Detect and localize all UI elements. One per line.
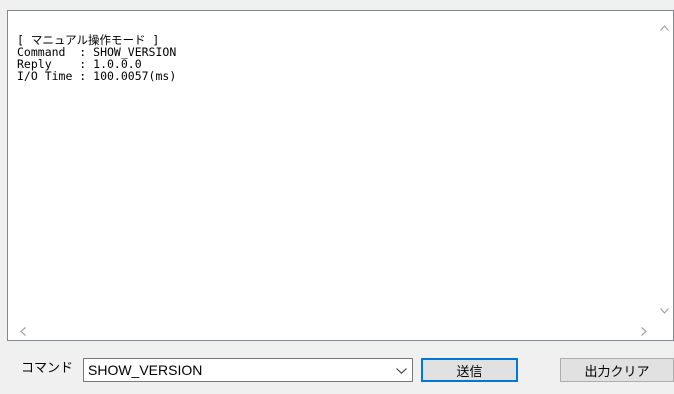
chevron-up-icon[interactable]: [656, 19, 673, 36]
chevron-left-icon[interactable]: [14, 323, 31, 340]
command-combobox-value: SHOW_VERSION: [88, 362, 203, 378]
output-textarea[interactable]: [ マニュアル操作モード ] Command : SHOW_VERSION Repl…: [7, 10, 674, 341]
chevron-right-icon[interactable]: [635, 323, 652, 340]
horizontal-scrollbar[interactable]: [8, 323, 656, 340]
output-log: [ マニュアル操作モード ] Command : SHOW_VERSION Repl…: [17, 34, 651, 320]
send-button[interactable]: 送信: [421, 358, 518, 382]
chevron-down-icon[interactable]: [656, 302, 673, 319]
clear-output-button[interactable]: 出力クリア: [560, 358, 674, 382]
output-line: I/O Time : 100.0057(ms): [17, 69, 177, 83]
scrollbar-corner: [656, 323, 673, 340]
command-combobox[interactable]: SHOW_VERSION: [83, 358, 413, 382]
vertical-scrollbar[interactable]: [656, 11, 673, 323]
chevron-down-icon[interactable]: [394, 364, 408, 378]
command-label: コマンド: [21, 361, 74, 376]
